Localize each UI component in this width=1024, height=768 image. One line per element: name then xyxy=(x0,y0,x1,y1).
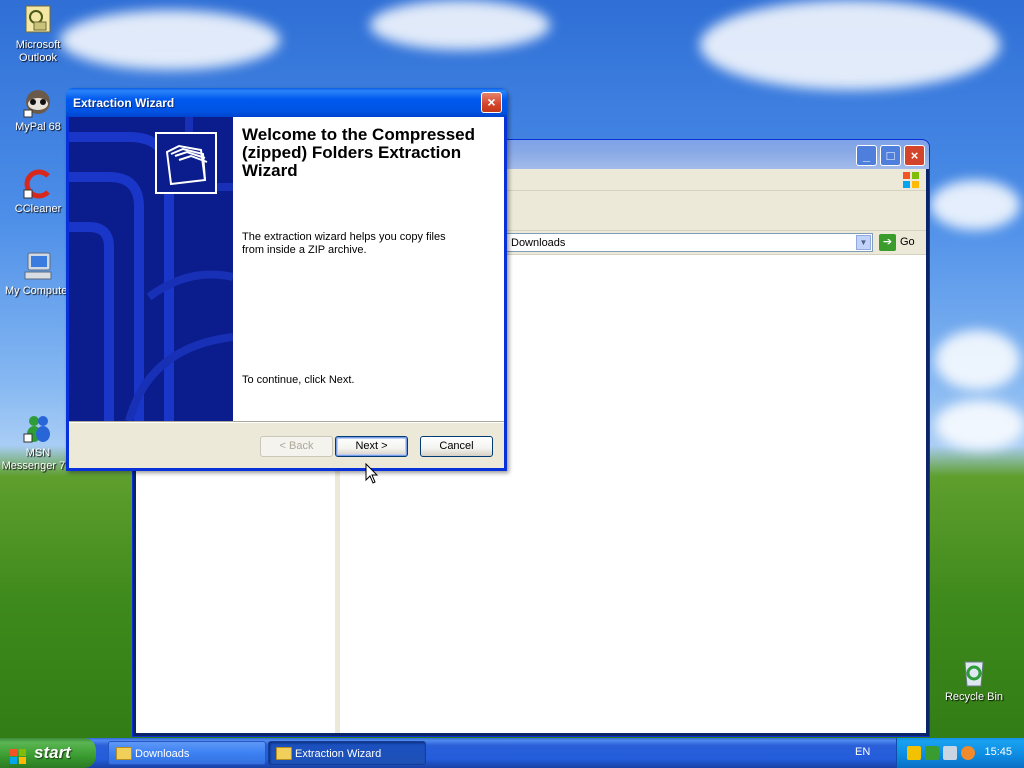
address-input[interactable]: Downloads ▼ xyxy=(506,233,873,252)
go-arrow-icon: ➔ xyxy=(879,233,896,251)
desktop-icon-msn[interactable]: MSN Messenger 7.5 xyxy=(0,412,76,473)
mypal-icon xyxy=(22,86,54,118)
chevron-down-icon[interactable]: ▼ xyxy=(856,235,871,250)
network-icon[interactable] xyxy=(925,746,939,760)
desktop-icon-ccleaner[interactable]: CCleaner xyxy=(0,168,76,216)
task-label: Downloads xyxy=(135,748,190,760)
go-button[interactable]: ➔ Go xyxy=(879,233,929,252)
clock: 15:45 xyxy=(984,746,1012,758)
desktop-icon-label: MyPal 68 xyxy=(15,121,61,133)
my-computer-icon xyxy=(22,250,54,282)
windows-flag-icon xyxy=(9,745,27,764)
wizard-banner xyxy=(69,117,233,421)
desktop-icon-recycle-bin[interactable]: Recycle Bin xyxy=(936,656,1012,704)
minimize-button[interactable]: _ xyxy=(856,145,877,166)
cancel-button[interactable]: Cancel xyxy=(420,436,493,457)
wizard-continue-text: To continue, click Next. xyxy=(242,374,355,386)
maximize-button[interactable]: □ xyxy=(880,145,901,166)
explorer-close-button[interactable]: × xyxy=(904,145,925,166)
desktop-icon-outlook[interactable]: Microsoft Outlook xyxy=(0,4,76,65)
wizard-heading: Welcome to the Compressed (zipped) Folde… xyxy=(242,125,476,180)
desktop-icon-label: Recycle Bin xyxy=(944,691,1004,703)
next-button[interactable]: Next > xyxy=(335,436,408,457)
wizard-title: Extraction Wizard xyxy=(73,96,175,110)
desktop-icon-label: CCleaner xyxy=(14,203,62,215)
outlook-icon xyxy=(22,4,54,36)
desktop-icon-label: Microsoft Outlook xyxy=(15,39,61,64)
ccleaner-icon xyxy=(22,168,54,200)
recycle-bin-icon xyxy=(958,656,990,688)
desktop-icon-label: My Computer xyxy=(4,285,72,297)
system-tray: 15:45 xyxy=(896,738,1024,768)
back-button[interactable]: < Back xyxy=(260,436,333,457)
task-button-extraction-wizard[interactable]: Extraction Wizard xyxy=(268,741,426,765)
security-shield-icon[interactable] xyxy=(907,746,921,760)
extraction-wizard-dialog: Extraction Wizard × Welcome to the Compr… xyxy=(66,88,507,471)
start-label: start xyxy=(34,743,71,762)
wizard-titlebar[interactable]: Extraction Wizard × xyxy=(66,88,507,117)
wizard-client: Welcome to the Compressed (zipped) Folde… xyxy=(69,117,504,468)
go-label: Go xyxy=(900,236,915,248)
desktop-icon-my-computer[interactable]: My Computer xyxy=(0,250,76,298)
wizard-description: The extraction wizard helps you copy fil… xyxy=(242,231,446,256)
taskbar: start Downloads Extraction Wizard EN 15:… xyxy=(0,738,1024,768)
folder-icon xyxy=(276,747,292,760)
close-button[interactable]: × xyxy=(481,92,502,113)
folder-icon xyxy=(116,747,132,760)
address-value: Downloads xyxy=(511,237,566,249)
wizard-separator xyxy=(69,421,504,423)
language-indicator[interactable]: EN xyxy=(855,746,870,758)
task-button-downloads[interactable]: Downloads xyxy=(108,741,266,765)
msn-messenger-icon xyxy=(22,412,54,444)
windows-logo-icon xyxy=(902,171,920,189)
desktop-icon-mypal[interactable]: MyPal 68 xyxy=(0,86,76,134)
search-icon[interactable] xyxy=(961,746,975,760)
task-label: Extraction Wizard xyxy=(295,748,382,760)
zip-folder-icon xyxy=(155,132,217,194)
wizard-content: Welcome to the Compressed (zipped) Folde… xyxy=(233,117,504,421)
tray-app-icon[interactable] xyxy=(943,746,957,760)
start-button[interactable]: start xyxy=(0,738,96,768)
desktop-icon-label: MSN Messenger 7.5 xyxy=(1,447,75,472)
